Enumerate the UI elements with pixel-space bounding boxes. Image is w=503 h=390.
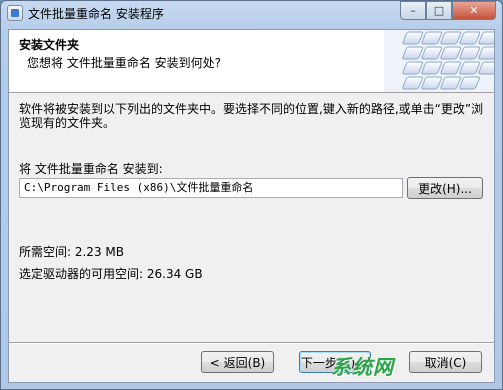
wizard-header: 安装文件夹 您想将 文件批量重命名 安装到何处? bbox=[9, 30, 494, 93]
title-bar[interactable]: 文件批量重命名 安装程序 – □ ✕ bbox=[1, 1, 502, 27]
maximize-icon: □ bbox=[433, 4, 445, 17]
page-subtitle: 您想将 文件批量重命名 安装到何处? bbox=[27, 56, 221, 70]
minimize-icon: – bbox=[410, 4, 416, 17]
installer-app-icon bbox=[7, 5, 23, 21]
install-location-label: 将 文件批量重命名 安装到: bbox=[19, 162, 163, 176]
cancel-button[interactable]: 取消(C) bbox=[409, 351, 482, 373]
space-required-text: 所需空间: 2.23 MB bbox=[19, 245, 124, 259]
install-path-input[interactable]: C:\Program Files (x86)\文件批量重命名 bbox=[19, 178, 403, 198]
window-controls: – □ ✕ bbox=[400, 1, 496, 20]
maximize-button[interactable]: □ bbox=[426, 1, 452, 20]
installer-window: 文件批量重命名 安装程序 – □ ✕ 安装文件夹 您想将 文件批量重命名 安装到… bbox=[0, 0, 503, 390]
keyboard-banner-image bbox=[384, 30, 494, 92]
space-available-text: 选定驱动器的可用空间: 26.34 GB bbox=[19, 267, 203, 281]
close-button[interactable]: ✕ bbox=[452, 1, 496, 20]
watermark-logo: 系统网 bbox=[331, 355, 394, 379]
footer-divider bbox=[9, 342, 494, 344]
window-title: 文件批量重命名 安装程序 bbox=[28, 7, 164, 21]
back-button[interactable]: < 返回(B) bbox=[201, 351, 274, 373]
minimize-button[interactable]: – bbox=[400, 1, 426, 20]
page-title: 安装文件夹 bbox=[19, 38, 80, 52]
wizard-panel: 安装文件夹 您想将 文件批量重命名 安装到何处? 软件将被安装到以下列出的文件夹… bbox=[8, 29, 495, 383]
close-icon: ✕ bbox=[469, 4, 479, 17]
browse-button[interactable]: 更改(H)... bbox=[407, 177, 483, 199]
description-text: 软件将被安装到以下列出的文件夹中。要选择不同的位置,键入新的路径,或单击“更改”… bbox=[19, 102, 484, 130]
